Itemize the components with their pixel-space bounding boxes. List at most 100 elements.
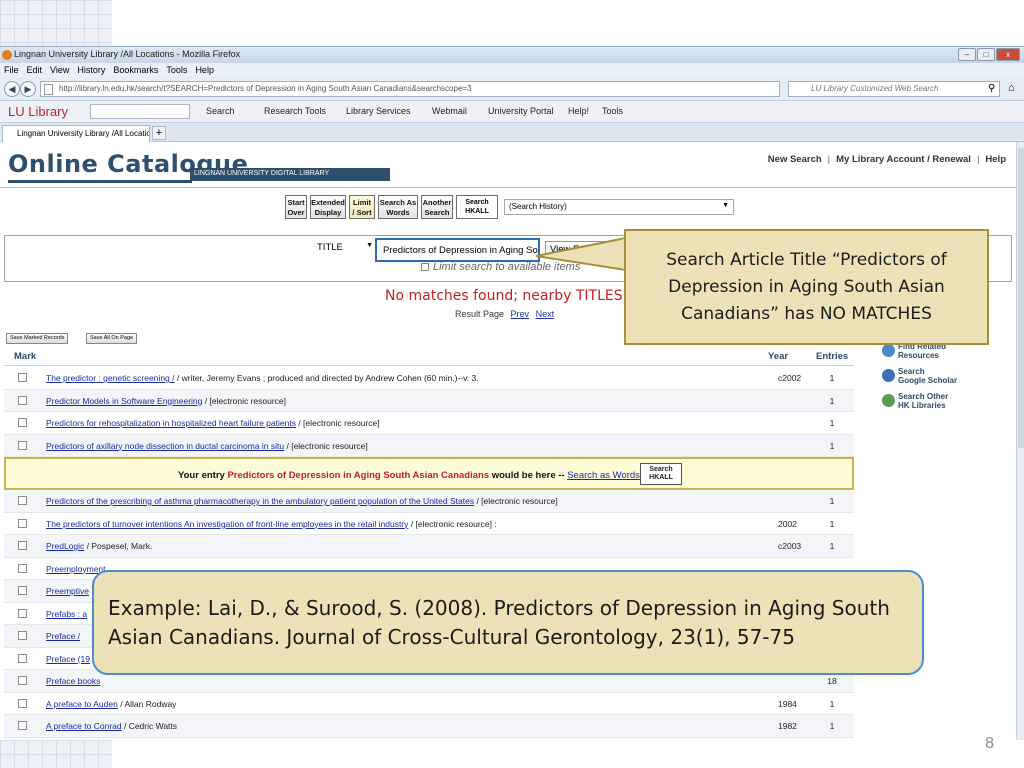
browser-search-input[interactable]: LU Library Customized Web Search (788, 81, 1000, 97)
mark-checkbox[interactable] (18, 698, 27, 708)
entry-cell: Predictors of axillary node dissection i… (46, 441, 766, 451)
title-link[interactable]: Preface (19 (46, 654, 90, 664)
prev-link[interactable]: Prev (511, 309, 530, 319)
mark-checkbox[interactable] (18, 418, 27, 427)
menu-view[interactable]: View (50, 65, 69, 75)
menu-edit[interactable]: Edit (27, 65, 43, 75)
start-over-button[interactable]: Start Over (285, 195, 307, 219)
menu-tools[interactable]: Tools (166, 65, 187, 75)
mark-checkbox[interactable] (18, 373, 27, 382)
window-title: Lingnan University Library /All Location… (14, 49, 241, 59)
extended-display-button[interactable]: Extended Display (310, 195, 346, 219)
mark-checkbox[interactable] (18, 586, 27, 595)
search-history-select[interactable]: (Search History) ▼ (504, 199, 734, 215)
limit-sort-button[interactable]: Limit / Sort (349, 195, 375, 219)
title-link[interactable]: Preface / (46, 631, 80, 641)
maximize-button[interactable]: □ (977, 48, 995, 61)
title-detail: / [electronic resource] (295, 418, 380, 428)
mark-checkbox[interactable] (18, 518, 27, 528)
title-link[interactable]: Preemployment (46, 564, 106, 574)
menu-help[interactable]: Help (195, 65, 214, 75)
scrollbar[interactable] (1016, 142, 1024, 740)
chevron-down-icon: ▼ (366, 242, 373, 249)
entry-cell: PredLogic / Pospesel, Mark. (46, 541, 766, 551)
title-link[interactable]: Predictors of axillary node dissection i… (46, 441, 284, 451)
search-hkall-button[interactable]: Search HKALL (456, 195, 498, 219)
your-entry-title: Predictors of Depression in Aging South … (227, 470, 490, 481)
home-icon[interactable]: ⌂ (1008, 82, 1015, 94)
title-link[interactable]: The predictor : genetic screening / (46, 373, 175, 383)
mark-checkbox[interactable] (18, 608, 27, 618)
find-related-resources-link[interactable]: Find Related Resources (880, 342, 990, 367)
year-cell: 2002 (778, 518, 797, 529)
lu-library-toolbar: LU Library Search Research Tools Library… (0, 101, 1024, 123)
next-link[interactable]: Next (536, 309, 555, 319)
google-scholar-link[interactable]: Search Google Scholar (880, 367, 990, 392)
another-search-button[interactable]: Another Search (421, 195, 453, 219)
mark-checkbox[interactable] (18, 563, 27, 573)
year-cell: 1982 (778, 721, 797, 731)
table-row: Predictors of the prescribing of asthma … (4, 490, 854, 513)
title-link[interactable]: Preemptive (46, 586, 89, 596)
search-as-words-button[interactable]: Search As Words (378, 195, 418, 219)
results-table: The predictor : genetic screening / / wr… (4, 367, 854, 738)
mark-checkbox[interactable] (18, 631, 27, 640)
entries-cell: 1 (829, 373, 835, 383)
search-icon[interactable]: ⚲ (988, 83, 995, 94)
find-related-icon (882, 344, 895, 357)
toolbar-search[interactable]: Search (206, 106, 235, 116)
scrollbar-thumb[interactable] (1018, 148, 1024, 448)
menu-bookmarks[interactable]: Bookmarks (113, 65, 158, 75)
lu-library-brand[interactable]: LU Library (8, 104, 68, 119)
title-link[interactable]: A preface to Conrad (46, 721, 122, 731)
mark-checkbox[interactable] (18, 395, 27, 405)
save-all-on-page-button[interactable]: Save All On Page (86, 333, 138, 344)
title-link[interactable]: Predictors for rehospitalization in hosp… (46, 418, 296, 428)
tab-bar: Lingnan University Library /All Location… (0, 123, 1024, 142)
title-detail: / Allan Rodway (117, 698, 177, 709)
mark-checkbox[interactable] (18, 676, 27, 685)
google-scholar-icon (882, 369, 895, 382)
entry-cell: Predictors for rehospitalization in hosp… (46, 418, 766, 428)
mark-checkbox[interactable] (18, 496, 27, 505)
forward-icon[interactable]: ▶ (20, 81, 36, 97)
entries-cell: 18 (827, 676, 837, 686)
title-link[interactable]: The predictors of turnover intentions An… (46, 519, 408, 529)
toolbar-library-services[interactable]: Library Services (346, 106, 411, 116)
url-text: http://library.ln.edu.hk/search/t?SEARCH… (59, 84, 472, 93)
title-link[interactable]: Predictors of the prescribing of asthma … (46, 496, 474, 506)
search-hkall-button[interactable]: Search HKALL (640, 463, 682, 485)
new-tab-button[interactable]: + (152, 126, 166, 140)
toolbar-research-tools[interactable]: Research Tools (264, 106, 326, 116)
minimize-button[interactable]: – (958, 48, 976, 61)
close-button[interactable]: x (996, 48, 1020, 61)
help-link[interactable]: Help (985, 154, 1006, 165)
new-search-link[interactable]: New Search (768, 154, 822, 165)
mark-checkbox[interactable] (18, 541, 27, 550)
title-link[interactable]: A preface to Auden (46, 699, 118, 709)
mark-checkbox[interactable] (18, 721, 27, 730)
menu-history[interactable]: History (77, 65, 105, 75)
hk-libraries-link[interactable]: Search Other HK Libraries (880, 392, 990, 417)
toolbar-webmail[interactable]: Webmail (432, 106, 467, 116)
mark-checkbox[interactable] (18, 653, 27, 663)
toolbar-university-portal[interactable]: University Portal (488, 106, 554, 116)
your-entry-text: Your entry Predictors of Depression in A… (178, 470, 649, 481)
menu-file[interactable]: File (4, 65, 19, 75)
mark-checkbox[interactable] (18, 440, 27, 450)
title-link[interactable]: Prefabs : a (46, 609, 87, 619)
title-link[interactable]: Preface books (46, 676, 100, 686)
search-as-words-link[interactable]: Search as Words (567, 470, 640, 481)
toolbar-tools[interactable]: Tools (602, 106, 623, 116)
back-icon[interactable]: ◀ (4, 81, 20, 97)
save-marked-records-button[interactable]: Save Marked Records (6, 333, 69, 344)
title-link[interactable]: Predictor Models in Software Engineering (46, 396, 202, 406)
toolbar-dropdown[interactable] (90, 104, 190, 119)
search-input[interactable]: Predictors of Depression in Aging So (375, 238, 540, 262)
toolbar-help[interactable]: Help! (568, 106, 589, 116)
my-account-link[interactable]: My Library Account / Renewal (836, 154, 971, 165)
url-bar[interactable]: http://library.ln.edu.hk/search/t?SEARCH… (40, 81, 780, 97)
title-link[interactable]: PredLogic (46, 541, 84, 551)
search-type-select[interactable]: TITLE ▼ (313, 241, 377, 256)
browser-tab[interactable]: Lingnan University Library /All Location… (2, 125, 150, 142)
